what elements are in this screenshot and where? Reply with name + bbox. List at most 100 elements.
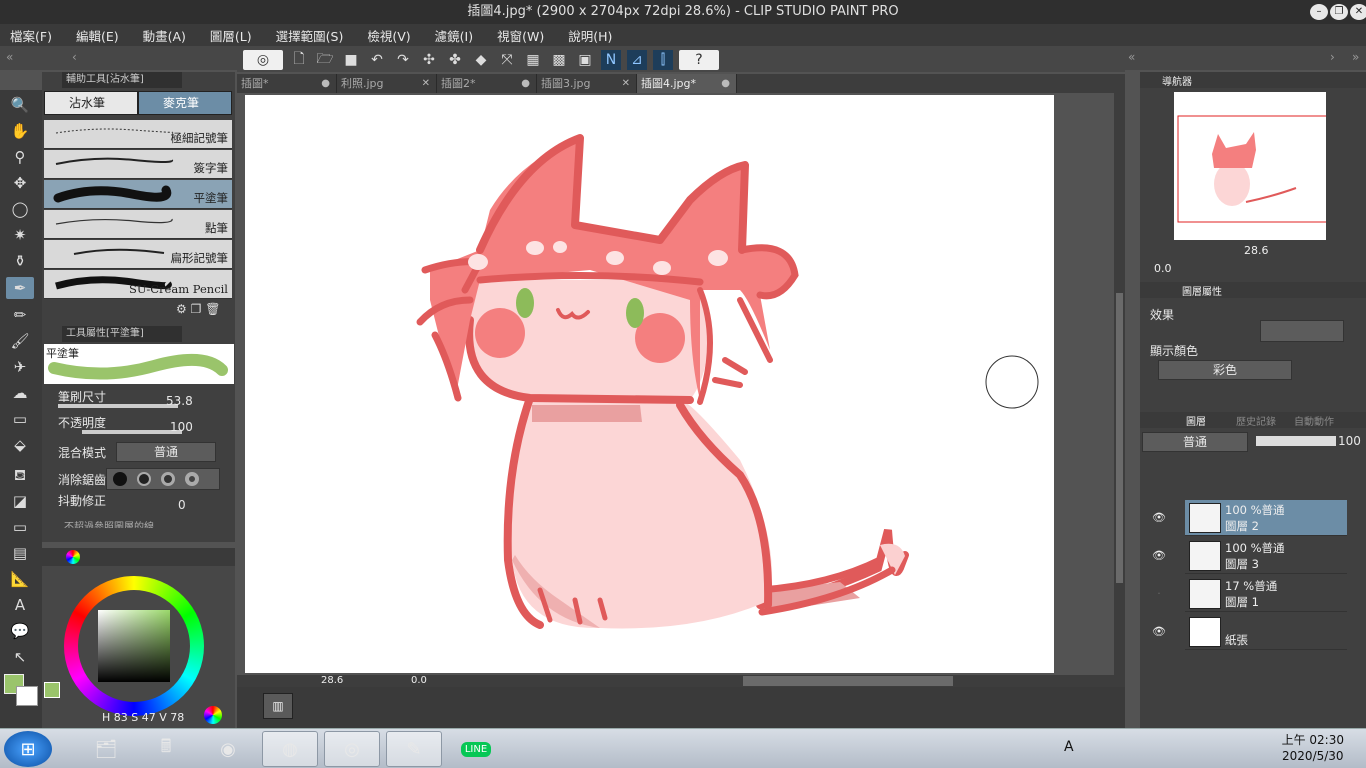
eye-icon[interactable]: 👁 — [1152, 614, 1166, 650]
maximize-button[interactable]: ❐ — [1330, 4, 1348, 20]
menu-window[interactable]: 視窗(W) — [497, 26, 544, 45]
brush-size-slider[interactable] — [58, 404, 178, 408]
subtool-tab-marker[interactable]: 麥克筆 — [138, 91, 232, 115]
navigator-zoom-value[interactable]: 28.6 — [1244, 244, 1269, 257]
layer-opacity-value[interactable]: 100 — [1338, 434, 1361, 448]
layer-blend-select[interactable]: 普通 — [1142, 432, 1248, 452]
clear-selection-icon[interactable]: ✤ — [445, 50, 465, 70]
color-wheel-tab-icon[interactable] — [66, 550, 80, 564]
eyedropper-tool-icon[interactable]: ⚲ — [6, 146, 34, 168]
aa-none-icon[interactable] — [113, 472, 127, 486]
chrome-icon[interactable]: ◍ — [262, 731, 318, 767]
eye-hidden-icon[interactable]: · — [1152, 576, 1166, 612]
layer-row[interactable]: 17 %普通 圖層 1 — [1185, 576, 1347, 612]
layer-row[interactable]: 100 %普通 圖層 3 — [1185, 538, 1347, 574]
timeline-icon[interactable]: ▥ — [263, 693, 293, 719]
opacity-value[interactable]: 100 — [170, 420, 193, 434]
tab-close-icon[interactable]: ● — [321, 74, 330, 93]
redo-icon[interactable]: ↷ — [393, 50, 413, 70]
delete-subtool-icon[interactable]: 🗑 — [205, 302, 220, 316]
tab-close-icon[interactable]: ✕ — [422, 74, 430, 93]
brush-tool-icon[interactable]: 🖌 — [6, 330, 34, 352]
expand-right-icon[interactable]: » — [1352, 50, 1359, 64]
selection-hide-icon[interactable]: ▩ — [549, 50, 569, 70]
aa-weak-icon[interactable] — [137, 472, 151, 486]
tab-close-icon[interactable]: ● — [721, 74, 730, 93]
tab-illustration4[interactable]: 插圖4.jpg* ● — [637, 74, 737, 93]
lasso-tool-icon[interactable]: ◯ — [6, 198, 34, 220]
stamp-tool-icon[interactable]: ⬙ — [6, 434, 34, 456]
line-app-icon[interactable]: LINE — [448, 731, 504, 767]
tab-close-icon[interactable]: ● — [521, 74, 530, 93]
clock[interactable]: 上午 02:30 2020/5/30 — [1282, 732, 1344, 764]
display-color-select[interactable]: 彩色 — [1158, 360, 1292, 380]
layer-row[interactable]: 100 %普通 圖層 2 — [1185, 500, 1347, 536]
arrow-right-icon[interactable]: › — [1330, 50, 1335, 64]
balloon-tool-icon[interactable]: 💬 — [6, 620, 34, 642]
transform-icon[interactable]: ⤧ — [497, 50, 517, 70]
color-mode-icon[interactable] — [204, 706, 222, 724]
snap-special-ruler-icon[interactable]: ⊿ — [627, 50, 647, 70]
grid-icon[interactable]: ▣ — [575, 50, 595, 70]
stabilization-value[interactable]: 0 — [178, 498, 186, 512]
pencil-tool-icon[interactable]: ✏ — [6, 304, 34, 326]
zoom-tool-icon[interactable]: 🔍 — [6, 94, 34, 116]
menu-filter[interactable]: 濾鏡(I) — [435, 26, 473, 45]
status-zoom-value[interactable]: 28.6 — [321, 675, 343, 686]
fill-tool-icon[interactable]: ⛾ — [6, 464, 34, 486]
blend-mode-select[interactable]: 普通 — [116, 442, 216, 462]
undo-icon[interactable]: ↶ — [367, 50, 387, 70]
selection-show-icon[interactable]: ▦ — [523, 50, 543, 70]
explorer-icon[interactable]: 🗂 — [78, 731, 134, 767]
eye-icon[interactable]: 👁 — [1152, 500, 1166, 536]
arrow-left-icon[interactable]: ‹ — [72, 50, 77, 64]
auto-action-tab[interactable]: 自動動作 — [1294, 413, 1334, 428]
menu-selection[interactable]: 選擇範圍(S) — [276, 26, 344, 45]
clip-studio-paint-icon[interactable]: ✎ — [386, 731, 442, 767]
help-icon[interactable]: ? — [679, 50, 719, 70]
figure-tool-icon[interactable]: ▭ — [6, 516, 34, 538]
new-file-icon[interactable]: 🗋 — [289, 50, 309, 70]
input-language-indicator[interactable]: A — [1064, 739, 1074, 755]
layer-row-paper[interactable]: 紙張 — [1185, 614, 1347, 650]
airbrush-tool-icon[interactable]: ✈ — [6, 356, 34, 378]
canvas-paper[interactable] — [245, 95, 1054, 673]
text-tool-icon[interactable]: A — [6, 594, 34, 616]
menu-help[interactable]: 說明(H) — [568, 26, 612, 45]
snap-ruler-icon[interactable]: N — [601, 50, 621, 70]
brush-item-su-cream-pencil[interactable]: SU-Cream Pencil — [44, 270, 232, 299]
tab-illustration3[interactable]: 插圖3.jpg ✕ — [537, 74, 637, 93]
eyedrop-tool-icon[interactable]: ⚱ — [6, 250, 34, 272]
move-tool-icon[interactable]: ✥ — [6, 172, 34, 194]
brush-item-signature-pen[interactable]: 簽字筆 — [44, 150, 232, 179]
fill-icon[interactable]: ◆ — [471, 50, 491, 70]
layer-tab[interactable]: 圖層 — [1186, 413, 1206, 428]
brush-item-flat-fill-pen[interactable]: 平塗筆 — [44, 180, 232, 209]
start-button[interactable]: ⊞ — [4, 731, 52, 767]
minimize-button[interactable]: – — [1310, 4, 1328, 20]
hand-tool-icon[interactable]: ✋ — [6, 120, 34, 142]
status-rotate-value[interactable]: 0.0 — [411, 675, 427, 686]
canvas-vertical-scrollbar[interactable] — [1114, 93, 1125, 675]
ruler-tool-icon[interactable]: 📐 — [6, 568, 34, 590]
clear-icon[interactable]: ✣ — [419, 50, 439, 70]
tab-close-icon[interactable]: ✕ — [622, 74, 630, 93]
menu-view[interactable]: 檢視(V) — [367, 26, 410, 45]
layer-opacity-slider[interactable] — [1256, 436, 1336, 446]
collapse-left-icon[interactable]: « — [6, 50, 13, 64]
opacity-slider[interactable] — [82, 430, 182, 434]
close-button[interactable]: ✕ — [1350, 4, 1366, 20]
clip-studio-icon[interactable]: ◎ — [243, 50, 283, 70]
brush-size-value[interactable]: 53.8 — [166, 394, 193, 408]
anti-aliasing-selector[interactable] — [106, 468, 220, 490]
tab-lizhao[interactable]: 利照.jpg ✕ — [337, 74, 437, 93]
correct-line-tool-icon[interactable]: ↖ — [6, 646, 34, 668]
menu-layer[interactable]: 圖層(L) — [210, 26, 252, 45]
aa-strong-icon[interactable] — [185, 472, 199, 486]
tab-illustration2[interactable]: 插圖2* ● — [437, 74, 537, 93]
vertical-scroll-thumb[interactable] — [1116, 293, 1123, 583]
paint-app-icon[interactable]: ◉ — [200, 731, 256, 767]
color-sv-square[interactable] — [98, 610, 170, 682]
snap-grid-icon[interactable]: ⫿ — [653, 50, 673, 70]
eye-icon[interactable]: 👁 — [1152, 538, 1166, 574]
